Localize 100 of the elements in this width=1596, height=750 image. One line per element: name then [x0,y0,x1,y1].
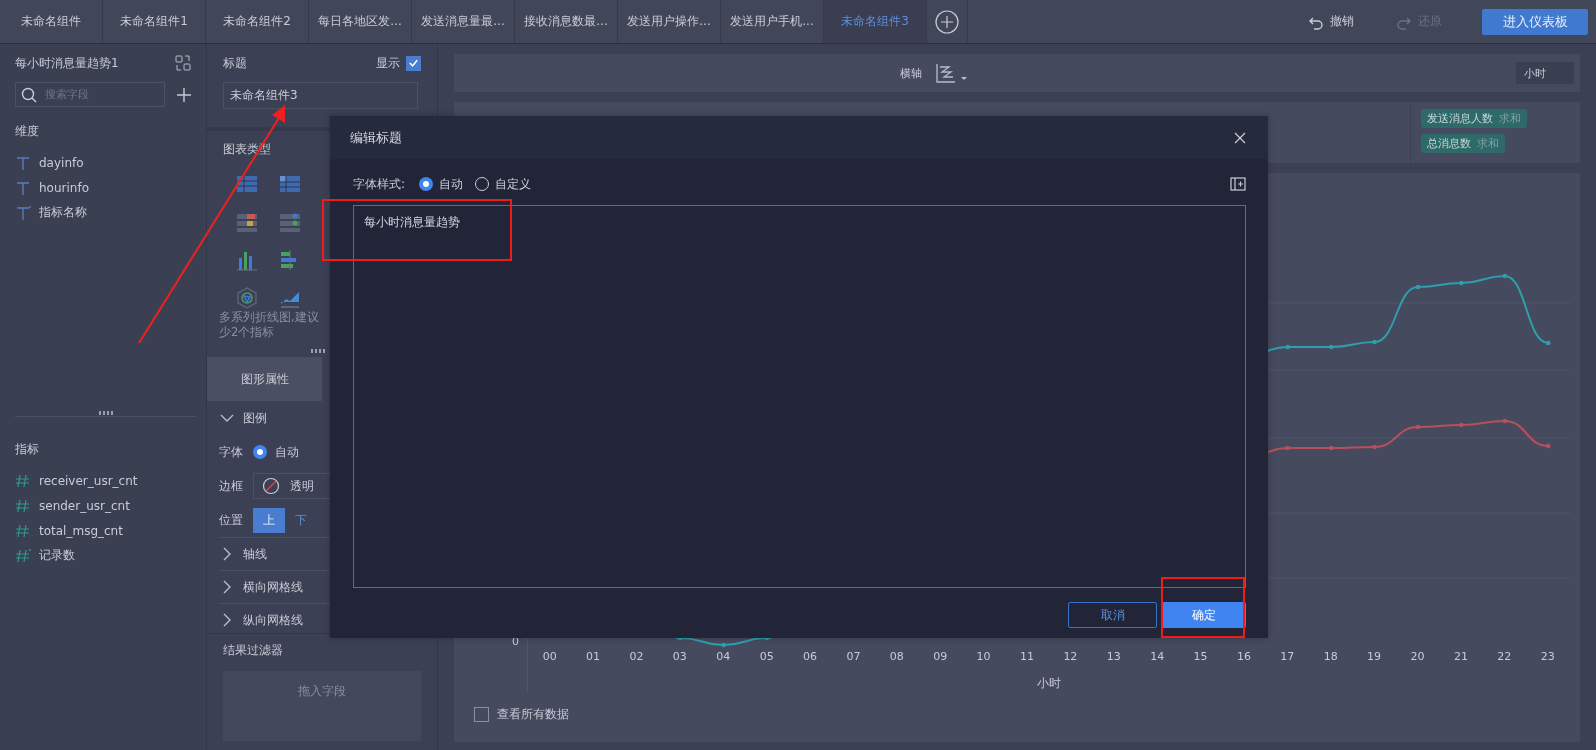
radio-button[interactable] [253,445,267,459]
axis-tick-label: 03 [671,650,688,663]
axis-type-icon[interactable] [934,62,968,84]
field-item[interactable]: sender_usr_cnt [39,498,130,513]
field-item[interactable]: receiver_usr_cnt [39,473,138,488]
field-label: 位置 [219,511,244,529]
cancel-button[interactable]: 取消 [1068,602,1157,628]
axis-tick-label: 05 [758,650,775,663]
value-field-chip[interactable]: 发送消息人数 求和 [1421,109,1527,128]
axis-tick-label: 17 [1279,650,1296,663]
tab[interactable]: 未命名组件2 [206,0,309,43]
data-point [721,642,726,648]
axis-tick-label: 23 [1539,650,1556,663]
dashboard-button[interactable]: 进入仪表板 [1482,8,1588,35]
axis-tick-label: 19 [1366,650,1383,663]
field-label: 边框 [219,477,244,495]
confirm-button[interactable]: 确定 [1162,602,1246,628]
data-point [1459,280,1464,286]
axis-tick-label: 22 [1496,650,1513,663]
radar-chart-icon[interactable] [235,286,259,310]
checkbox-label: 显示 [376,54,400,72]
show-title-checkbox[interactable] [406,55,421,71]
radio-button[interactable] [419,177,434,191]
axis-tick-label: 12 [1062,650,1079,663]
tab[interactable]: 发送消息量最... [412,0,515,43]
field-label: 字体 [219,443,244,461]
search-icon [21,86,37,103]
tab[interactable]: 每日各地区发... [309,0,412,43]
number-field-icon [15,472,32,489]
data-point [1328,445,1334,451]
text-field-icon [15,179,32,196]
data-point [1328,344,1334,350]
field-label: 标题 [223,54,247,72]
add-icon[interactable] [177,87,191,102]
tab[interactable]: 未命名组件 [0,0,103,43]
axis-tick-label: 09 [932,650,949,663]
radio-label: 自动 [439,175,464,193]
data-point [1372,339,1377,345]
axis-tick-label: 02 [628,650,645,663]
data-point [1502,273,1508,279]
number-field-icon [15,522,32,539]
properties-tab[interactable]: 图形属性 [207,357,322,401]
axis-tick-label: 21 [1452,650,1469,663]
section-header[interactable]: 纵向网格线 [243,611,303,629]
section-header[interactable]: 轴线 [243,545,267,563]
field-item[interactable]: hourinfo [39,180,89,195]
tab[interactable]: 未命名组件3 [824,0,927,43]
field-item[interactable]: total_msg_cnt [39,523,123,538]
axis-tick-label: 14 [1149,650,1166,663]
switch-dataset-icon[interactable] [175,55,191,71]
section-header[interactable]: 图例 [243,409,267,427]
resize-handle[interactable] [98,411,113,415]
tab[interactable]: 接收消息数最... [515,0,618,43]
text-field-icon [15,204,32,221]
radio-label: 自定义 [495,175,532,193]
close-icon[interactable] [1234,131,1246,144]
axis-tick-label: 18 [1322,650,1339,663]
field-item[interactable]: 记录数 [39,547,75,564]
tab[interactable]: 发送用户操作... [618,0,721,43]
add-tab-icon[interactable] [935,9,959,34]
checkbox-label: 查看所有数据 [497,706,569,723]
dataset-title: 每小时消息量趋势1 [15,54,119,72]
title-input[interactable]: 未命名组件3 [223,82,418,109]
axis-tick-label: 08 [888,650,905,663]
section-header[interactable]: 横向网格线 [243,578,303,596]
position-option[interactable]: 上 [253,507,285,533]
section-label: 维度 [15,123,40,140]
tab[interactable]: 未命名组件1 [103,0,206,43]
hint-text: 少2个指标 [219,325,276,340]
axis-tick-label: 07 [845,650,862,663]
title-text-area[interactable]: 每小时消息量趋势 [353,205,1246,588]
data-point [1415,424,1421,430]
value-field-chip[interactable]: 总消息数 求和 [1421,134,1505,153]
axis-title: 小时 [1036,675,1062,692]
data-point [1372,444,1377,450]
axis-tick-label: 01 [585,650,602,663]
hint-text: 多系列折线图,建议 [219,310,320,325]
radio-label: 自动 [275,443,299,461]
axis-tick-label: 16 [1235,650,1252,663]
field-item[interactable]: dayinfo [39,155,84,170]
section-label: 指标 [15,441,40,458]
text-field-icon [15,154,32,171]
axis-tick-label: 15 [1192,650,1209,663]
data-point [1545,340,1551,346]
axis-tick-label: 06 [802,650,819,663]
show-all-checkbox[interactable] [474,707,489,722]
insert-field-icon[interactable] [1230,177,1246,191]
field-label: 字体样式: [353,175,406,193]
number-field-icon [15,547,32,564]
axis-field-chip[interactable]: 小时 [1516,62,1574,84]
field-item[interactable]: 指标名称 [39,204,87,221]
axis-tick-label: 10 [975,650,992,663]
axis-tick-label: 11 [1019,650,1035,663]
resize-handle[interactable] [311,349,325,353]
undo-button[interactable]: 撤销 [1306,9,1356,34]
number-field-icon [15,497,32,514]
axis-tick-label: 13 [1105,650,1122,663]
data-point [1285,344,1291,350]
data-point [1415,284,1421,290]
axis-label: 横轴 [900,65,922,81]
